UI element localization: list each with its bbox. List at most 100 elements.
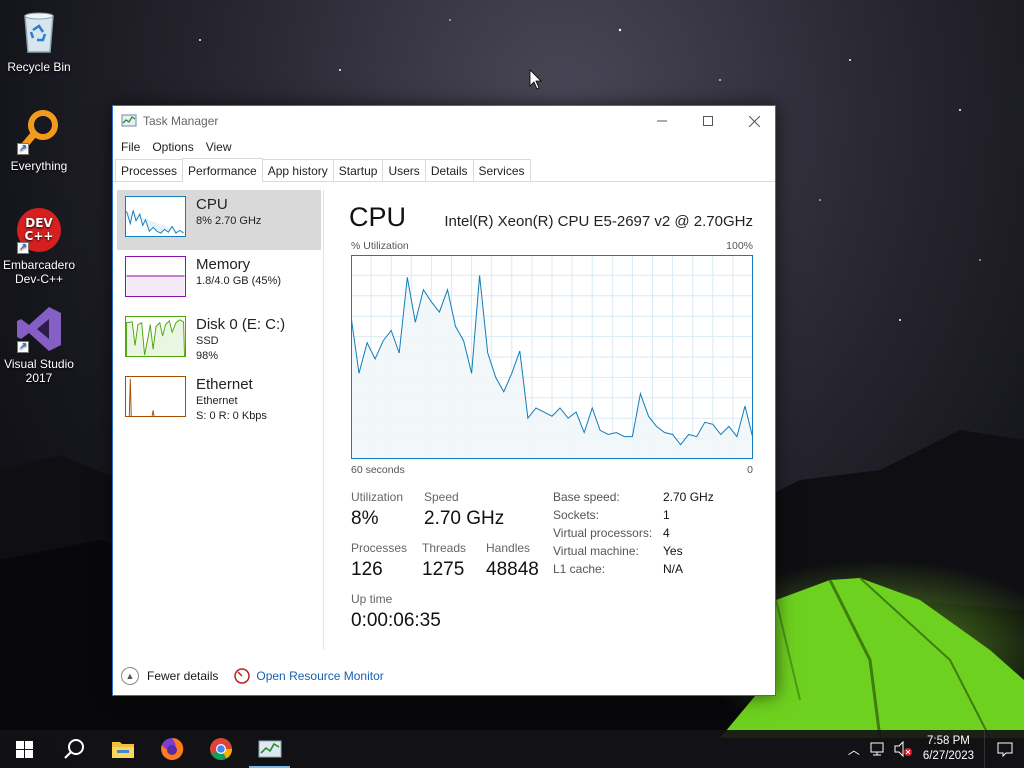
base-speed-value: 2.70 GHz: [663, 490, 714, 504]
task-manager-icon: [121, 114, 137, 127]
network-icon[interactable]: [869, 741, 887, 757]
graph-x-right-label: 0: [747, 464, 753, 476]
tab-app-history[interactable]: App history: [261, 159, 334, 181]
fewer-details-label: Fewer details: [147, 669, 219, 683]
ethernet-mini-graph: [125, 376, 186, 417]
svg-text:DEV: DEV: [25, 216, 53, 230]
everything-search-icon: ↗: [15, 107, 63, 155]
speed-value: 2.70 GHz: [424, 508, 505, 529]
virtual-machine-value: Yes: [663, 544, 683, 558]
sidebar-item-name: Ethernet: [196, 376, 253, 393]
uptime-label: Up time: [351, 592, 393, 606]
sidebar-item-throughput: S: 0 R: 0 Kbps: [196, 410, 267, 422]
pane-divider[interactable]: [323, 190, 324, 650]
tab-details[interactable]: Details: [424, 159, 474, 181]
desktop-icon-visual-studio[interactable]: ↗ Visual Studio 2017: [0, 305, 78, 385]
open-resource-monitor-label: Open Resource Monitor: [256, 669, 384, 683]
cpu-details-panel: CPU Intel(R) Xeon(R) CPU E5-2697 v2 @ 2.…: [349, 182, 757, 652]
taskbar-clock[interactable]: 7:58 PM 6/27/2023: [923, 734, 974, 764]
handles-label: Handles: [486, 541, 531, 555]
minimize-button[interactable]: [639, 106, 685, 136]
desktop-icon-label: Visual Studio 2017: [4, 357, 74, 385]
chrome-icon: [209, 738, 232, 760]
action-center-button[interactable]: [984, 730, 1024, 768]
processes-value: 126: [351, 559, 383, 580]
maximize-button[interactable]: [685, 106, 731, 136]
tab-startup[interactable]: Startup: [332, 159, 384, 181]
cpu-utilization-graph: [351, 255, 753, 459]
virtual-machine-label: Virtual machine:: [553, 544, 639, 558]
graph-x-left-label: 60 seconds: [351, 464, 405, 476]
shortcut-arrow-icon: ↗: [17, 242, 29, 254]
sidebar-item-name: CPU: [196, 196, 228, 213]
close-button[interactable]: [731, 106, 777, 136]
taskbar-file-explorer[interactable]: [98, 730, 147, 768]
desktop-icon-label: Embarcadero Dev-C++: [2, 258, 76, 286]
sidebar-item-detail: SSD: [196, 335, 219, 347]
menu-file[interactable]: File: [115, 140, 146, 154]
sidebar-item-detail: Ethernet: [196, 395, 238, 407]
graph-y-axis-label: % Utilization: [351, 240, 409, 252]
memory-mini-graph: [125, 256, 186, 297]
desktop-icon-recycle-bin[interactable]: Recycle Bin: [0, 8, 78, 74]
taskbar-chrome[interactable]: [196, 730, 245, 768]
visual-studio-icon: ↗: [15, 305, 63, 353]
menu-view[interactable]: View: [200, 140, 238, 154]
start-button[interactable]: [0, 730, 49, 768]
handles-value: 48848: [486, 559, 539, 580]
footer-bar: ▲ Fewer details Open Resource Monitor: [113, 658, 775, 694]
sidebar-item-cpu[interactable]: CPU 8% 2.70 GHz: [117, 190, 321, 250]
virtual-processors-value: 4: [663, 526, 670, 540]
resource-monitor-icon: [234, 668, 251, 684]
title-bar[interactable]: Task Manager: [113, 106, 775, 136]
threads-value: 1275: [422, 559, 465, 580]
chevron-up-icon[interactable]: ︿: [843, 741, 865, 758]
search-icon: [63, 739, 84, 759]
tab-services[interactable]: Services: [472, 159, 531, 181]
notification-icon: [997, 742, 1012, 757]
l1-cache-label: L1 cache:: [553, 562, 606, 576]
volume-muted-icon[interactable]: [893, 741, 913, 757]
menu-bar: File Options View: [113, 136, 775, 158]
sidebar-item-detail: 8% 2.70 GHz: [196, 215, 262, 227]
fewer-details-button[interactable]: ▲ Fewer details: [121, 667, 218, 685]
sidebar-item-name: Disk 0 (E: C:): [196, 316, 286, 333]
folder-icon: [111, 742, 134, 758]
window-title: Task Manager: [143, 114, 219, 128]
shortcut-arrow-icon: ↗: [17, 341, 29, 353]
open-resource-monitor-link[interactable]: Open Resource Monitor: [234, 668, 384, 684]
cpu-model-name: Intel(R) Xeon(R) CPU E5-2697 v2 @ 2.70GH…: [444, 213, 753, 230]
threads-label: Threads: [422, 541, 467, 555]
mouse-cursor-icon: [529, 69, 542, 90]
sidebar-item-memory[interactable]: Memory 1.8/4.0 GB (45%): [117, 250, 321, 310]
virtual-processors-label: Virtual processors:: [553, 526, 653, 540]
tab-processes[interactable]: Processes: [115, 159, 184, 181]
clock-date: 6/27/2023: [922, 750, 974, 762]
tab-performance[interactable]: Performance: [182, 158, 263, 182]
sidebar-item-name: Memory: [196, 256, 251, 273]
sidebar-item-disk[interactable]: Disk 0 (E: C:) SSD 98%: [117, 310, 321, 370]
taskbar-task-manager[interactable]: [245, 730, 294, 768]
graph-y-max-label: 100%: [726, 240, 753, 252]
disk-mini-graph: [125, 316, 186, 357]
speed-label: Speed: [424, 490, 459, 504]
tab-users[interactable]: Users: [382, 159, 426, 181]
recycle-bin-icon: [15, 8, 63, 56]
chevron-up-icon: ▲: [121, 667, 139, 685]
desktop-icon-everything[interactable]: ↗ Everything: [0, 107, 78, 173]
sockets-label: Sockets:: [553, 508, 600, 522]
sidebar-item-detail: 1.8/4.0 GB (45%): [196, 275, 281, 287]
search-button[interactable]: [49, 730, 98, 768]
sockets-value: 1: [663, 508, 670, 522]
desktop-icon-devcpp[interactable]: DEV C++ ↗ Embarcadero Dev-C++: [0, 206, 78, 286]
close-icon: [748, 115, 760, 127]
taskbar-firefox[interactable]: [147, 730, 196, 768]
page-title: CPU: [349, 202, 407, 232]
utilization-value: 8%: [351, 508, 379, 529]
menu-options[interactable]: Options: [146, 140, 199, 154]
sidebar-item-ethernet[interactable]: Ethernet Ethernet S: 0 R: 0 Kbps: [117, 370, 321, 436]
devcpp-icon: DEV C++ ↗: [15, 206, 63, 254]
svg-text:C++: C++: [25, 229, 54, 243]
processes-label: Processes: [351, 541, 408, 555]
l1-cache-value: N/A: [663, 562, 684, 576]
